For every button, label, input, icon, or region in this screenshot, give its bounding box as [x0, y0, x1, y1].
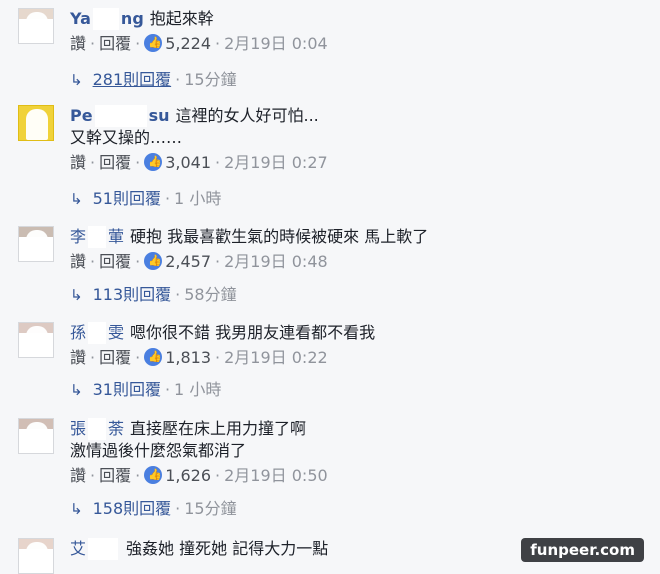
like-button[interactable]: 讚 [70, 252, 86, 271]
reply-arrow-icon: ↳ [70, 381, 83, 399]
comment-author[interactable]: 張荼 [70, 418, 124, 440]
comment-text-continued: 激情過後什麼怨氣都消了 [70, 441, 247, 460]
like-count[interactable]: 5,224 [165, 34, 211, 53]
like-count[interactable]: 1,626 [165, 466, 211, 485]
like-button[interactable]: 讚 [70, 153, 86, 172]
watermark: funpeer.com [521, 538, 644, 562]
comment-author[interactable]: 艾 [70, 538, 120, 560]
reply-button[interactable]: 回覆 [99, 252, 131, 271]
view-replies-link[interactable]: ↳ 31則回覆 · 1 小時 [70, 378, 221, 402]
comment-text: 抱起來幹 [149, 9, 214, 28]
avatar[interactable] [18, 418, 54, 454]
reply-arrow-icon: ↳ [70, 71, 83, 89]
avatar[interactable] [18, 8, 54, 44]
reply-button[interactable]: 回覆 [99, 348, 131, 367]
reply-button[interactable]: 回覆 [99, 34, 131, 53]
comment-author[interactable]: 李葷 [70, 226, 124, 248]
view-replies-link[interactable]: ↳ 281則回覆 · 15分鐘 [70, 68, 237, 92]
comment-author[interactable]: 孫雯 [70, 322, 124, 344]
thumbs-up-icon: 👍 [144, 348, 163, 366]
comment-text: 硬抱 我最喜歡生氣的時候被硬來 馬上軟了 [130, 227, 429, 246]
reply-arrow-icon: ↳ [70, 190, 83, 208]
comment-text: 這裡的女人好可怕... [175, 106, 319, 125]
reply-button[interactable]: 回覆 [99, 153, 131, 172]
comment-text: 直接壓在床上用力撞了啊 [130, 419, 307, 438]
comment-timestamp[interactable]: 2月19日 0:04 [224, 34, 328, 53]
comment-text-continued: 又幹又操的…… [70, 128, 183, 147]
like-button[interactable]: 讚 [70, 34, 86, 53]
comment-timestamp[interactable]: 2月19日 0:48 [224, 252, 328, 271]
comment-timestamp[interactable]: 2月19日 0:27 [224, 153, 328, 172]
view-replies-link[interactable]: ↳ 51則回覆 · 1 小時 [70, 187, 221, 211]
like-button[interactable]: 讚 [70, 466, 86, 485]
like-count[interactable]: 1,813 [165, 348, 211, 367]
thumbs-up-icon: 👍 [144, 466, 163, 484]
thumbs-up-icon: 👍 [144, 153, 163, 171]
thumbs-up-icon: 👍 [144, 34, 163, 52]
comment-author[interactable]: Ya ng [70, 8, 144, 30]
thumbs-up-icon: 👍 [144, 252, 163, 270]
avatar[interactable] [18, 226, 54, 262]
view-replies-link[interactable]: ↳ 158則回覆 · 15分鐘 [70, 497, 237, 521]
comment-timestamp[interactable]: 2月19日 0:22 [224, 348, 328, 367]
like-button[interactable]: 讚 [70, 348, 86, 367]
avatar[interactable] [18, 322, 54, 358]
view-replies-link[interactable]: ↳ 113則回覆 · 58分鐘 [70, 283, 237, 307]
like-count[interactable]: 3,041 [165, 153, 211, 172]
comment-text: 嗯你很不錯 我男朋友連看都不看我 [130, 323, 376, 342]
comment-timestamp[interactable]: 2月19日 0:50 [224, 466, 328, 485]
comment-text: 強姦她 撞死她 記得大力一點 [126, 539, 329, 558]
reply-button[interactable]: 回覆 [99, 466, 131, 485]
reply-arrow-icon: ↳ [70, 286, 83, 304]
reply-arrow-icon: ↳ [70, 500, 83, 518]
comment-thread: Ya ng 抱起來幹 讚 · 回覆 · 👍 5,224 · 2月19日 0:04 ↳ 281則回覆 ·… [0, 0, 660, 574]
like-count[interactable]: 2,457 [165, 252, 211, 271]
avatar[interactable] [18, 105, 54, 141]
comment-author[interactable]: Pe su [70, 105, 170, 127]
avatar[interactable] [18, 538, 54, 574]
